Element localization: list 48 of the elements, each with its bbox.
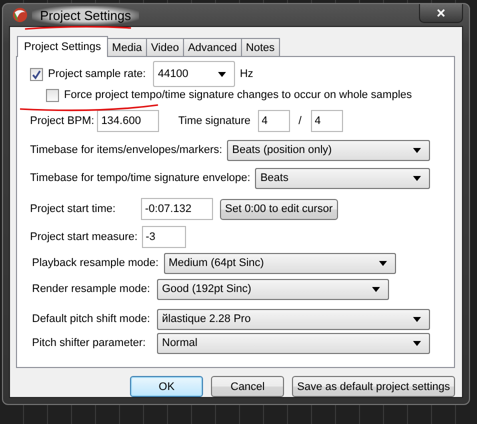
caret-icon	[413, 340, 421, 346]
tab[interactable]: Notes	[240, 38, 280, 56]
set-cursor-button[interactable]: Set 0:00 to edit cursor	[220, 198, 338, 220]
timebase-dropdown[interactable]: Beats	[255, 168, 430, 188]
checkbox[interactable]	[30, 68, 43, 80]
window-title: Project Settings	[32, 6, 140, 24]
close-icon	[437, 9, 445, 17]
caret-icon	[372, 286, 380, 292]
caret-icon	[218, 72, 226, 76]
dialog-button[interactable]: OK	[130, 376, 204, 397]
dialog-button[interactable]: Save as default project settings	[292, 376, 455, 397]
sample-rate-combo[interactable]: 44100	[152, 61, 235, 87]
caret-icon	[413, 316, 421, 322]
resample-dropdown[interactable]: Medium (64pt Sinc)	[164, 252, 396, 274]
tab[interactable]: Video	[146, 38, 184, 56]
timebase-label: Timebase for items/envelopes/markers:	[30, 144, 222, 156]
denominator-field[interactable]: 4	[310, 110, 343, 132]
force-samples-label: Force project tempo/time signature changes to occur on whole samples	[64, 89, 412, 101]
numerator-field[interactable]: 4	[258, 110, 290, 132]
bpm-field[interactable]: 134.600	[97, 110, 160, 132]
tab[interactable]: Advanced	[182, 38, 242, 56]
caret-icon	[378, 260, 387, 266]
bpm-label: Project BPM:	[30, 115, 94, 127]
timebase-label: Timebase for tempo/time signature envelope:	[30, 172, 250, 184]
timebase-dropdown[interactable]: Beats (position only)	[227, 140, 430, 160]
unit-label: Hz	[240, 68, 254, 80]
time-signature-label: Time signature	[178, 115, 251, 127]
caret-icon	[413, 176, 421, 180]
pitch-label: Pitch shifter parameter:	[32, 337, 147, 349]
sample-rate-label: Project sample rate:	[48, 68, 146, 80]
resample-label: Playback resample mode:	[32, 257, 160, 269]
start-time-field[interactable]: -0:07.132	[141, 198, 213, 220]
pitch-label: Default pitch shift mode:	[32, 313, 152, 325]
pitch-dropdown[interactable]: йlastique 2.28 Pro	[157, 308, 430, 330]
resample-label: Render resample mode:	[32, 283, 152, 295]
app-logo-icon	[12, 7, 28, 23]
tab[interactable]: Project Settings	[17, 36, 108, 57]
resample-dropdown[interactable]: Good (192pt Sinc)	[157, 278, 389, 300]
tab[interactable]: Media	[107, 38, 148, 56]
separator-label: /	[298, 115, 302, 127]
start-time-label: Project start time:	[30, 203, 117, 215]
checkbox[interactable]	[46, 88, 59, 102]
start-measure-label: Project start measure:	[30, 231, 139, 243]
caret-icon	[413, 148, 421, 152]
dialog-button[interactable]: Cancel	[211, 376, 284, 397]
start-measure-field[interactable]: -3	[142, 226, 186, 248]
close-button[interactable]	[419, 4, 463, 23]
pitch-dropdown[interactable]: Normal	[157, 332, 430, 354]
